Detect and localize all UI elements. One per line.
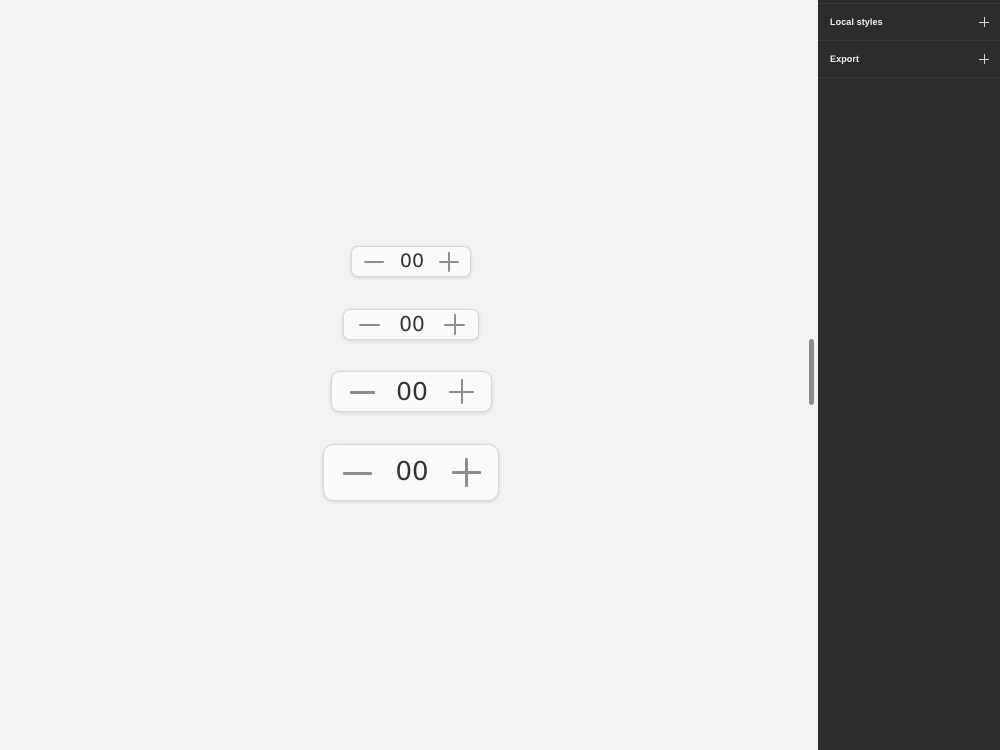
plus-icon[interactable] (978, 16, 990, 28)
stepper-value[interactable]: 00 (382, 445, 442, 500)
stepper-value[interactable]: 00 (388, 310, 436, 339)
plus-icon[interactable] (452, 458, 481, 487)
quantity-stepper-small: 00 (351, 246, 471, 277)
stepper-value[interactable]: 00 (384, 372, 440, 411)
quantity-stepper-xlarge: 00 (323, 444, 499, 501)
minus-icon[interactable] (364, 253, 384, 271)
plus-icon[interactable] (444, 314, 465, 335)
section-label: Local styles (830, 17, 883, 27)
quantity-stepper-large: 00 (331, 371, 492, 412)
design-app: 00 00 00 00 Local styles Export (0, 0, 1000, 750)
minus-icon[interactable] (350, 381, 375, 403)
minus-icon[interactable] (359, 316, 380, 334)
plus-icon[interactable] (449, 379, 474, 404)
quantity-stepper-medium: 00 (343, 309, 479, 340)
right-properties-panel: Local styles Export (818, 0, 1000, 750)
plus-icon[interactable] (978, 53, 990, 65)
plus-icon[interactable] (439, 252, 459, 272)
local-styles-section: Local styles (818, 4, 1000, 41)
stepper-value[interactable]: 00 (390, 247, 434, 276)
canvas-scrollbar[interactable] (809, 339, 814, 405)
export-section: Export (818, 41, 1000, 78)
section-label: Export (830, 54, 860, 64)
minus-icon[interactable] (343, 462, 372, 484)
design-canvas[interactable]: 00 00 00 00 (0, 0, 818, 750)
